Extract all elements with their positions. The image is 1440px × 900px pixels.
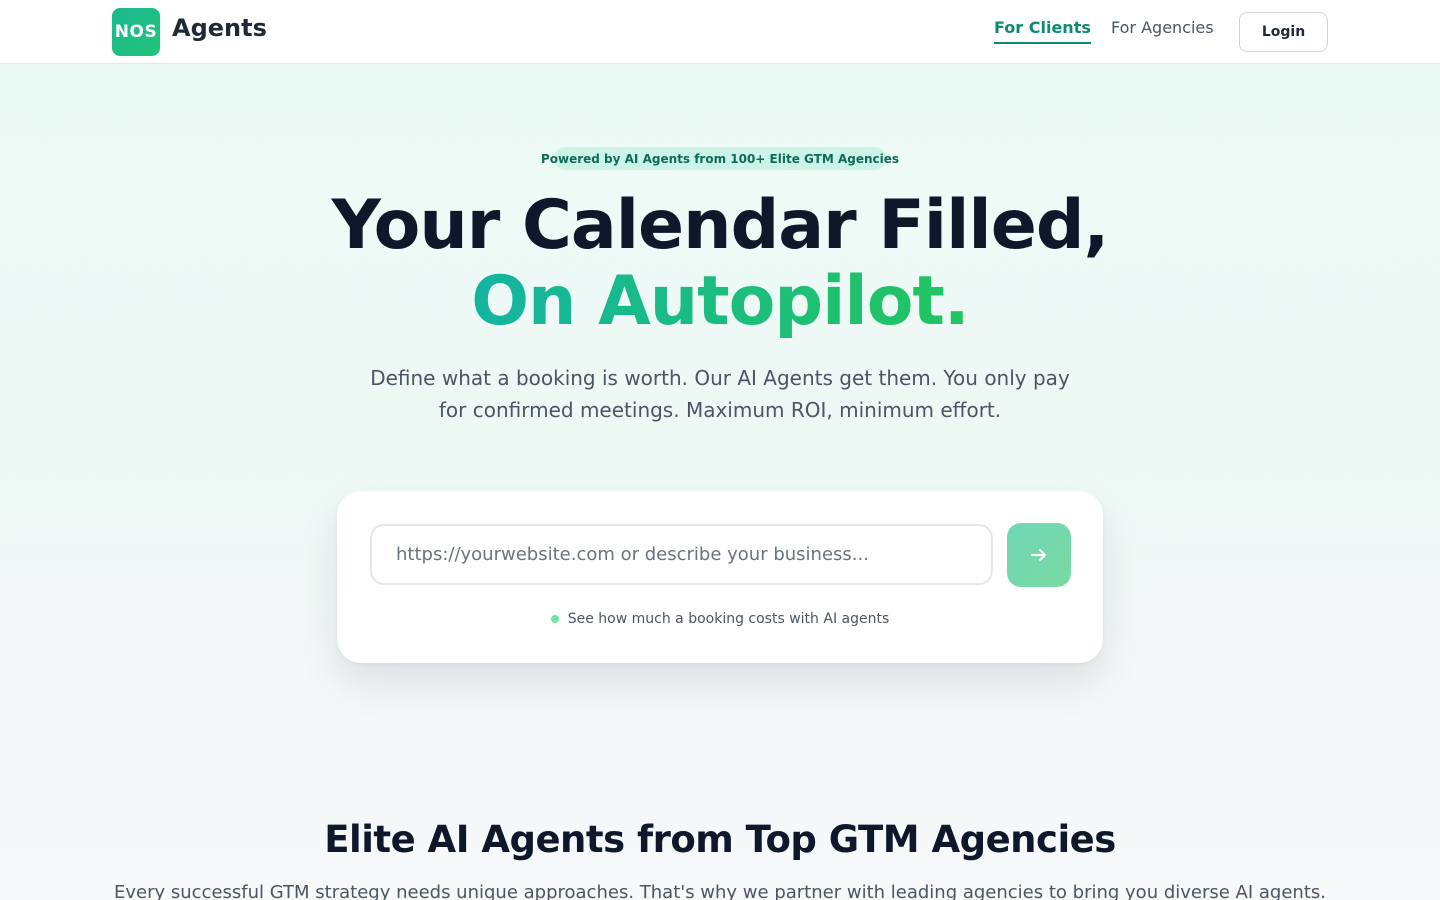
hint-text: See how much a booking costs with AI age… bbox=[567, 611, 890, 627]
hero-title-highlight: On Autopilot. bbox=[471, 262, 969, 341]
booking-cost-hint: See how much a booking costs with AI age… bbox=[337, 611, 1103, 627]
hero-subtitle: Define what a booking is worth. Our AI A… bbox=[370, 366, 1070, 422]
login-button[interactable]: Login bbox=[1239, 12, 1328, 52]
logo-badge[interactable]: NOS bbox=[112, 8, 160, 56]
nav-link-for-agencies[interactable]: For Agencies bbox=[1111, 18, 1214, 37]
search-card: See how much a booking costs with AI age… bbox=[337, 491, 1103, 663]
nav-link-for-clients[interactable]: For Clients bbox=[994, 18, 1091, 44]
section-title: Elite AI Agents from Top GTM Agencies bbox=[324, 818, 1116, 861]
section-subtitle: Every successful GTM strategy needs uniq… bbox=[114, 882, 1326, 900]
logo-text[interactable]: Agents bbox=[172, 14, 267, 42]
submit-button[interactable] bbox=[1007, 523, 1071, 587]
arrow-right-icon bbox=[1031, 549, 1046, 561]
status-dot-icon bbox=[550, 615, 559, 623]
powered-by-badge: Powered by AI Agents from 100+ Elite GTM… bbox=[541, 147, 899, 170]
hero-title-line2: On Autopilot. bbox=[0, 266, 1440, 338]
top-navbar: NOS Agents For Clients For Agencies Logi… bbox=[0, 0, 1440, 64]
website-search-input[interactable] bbox=[370, 524, 993, 585]
hero-title-line1: Your Calendar Filled, bbox=[331, 186, 1110, 265]
